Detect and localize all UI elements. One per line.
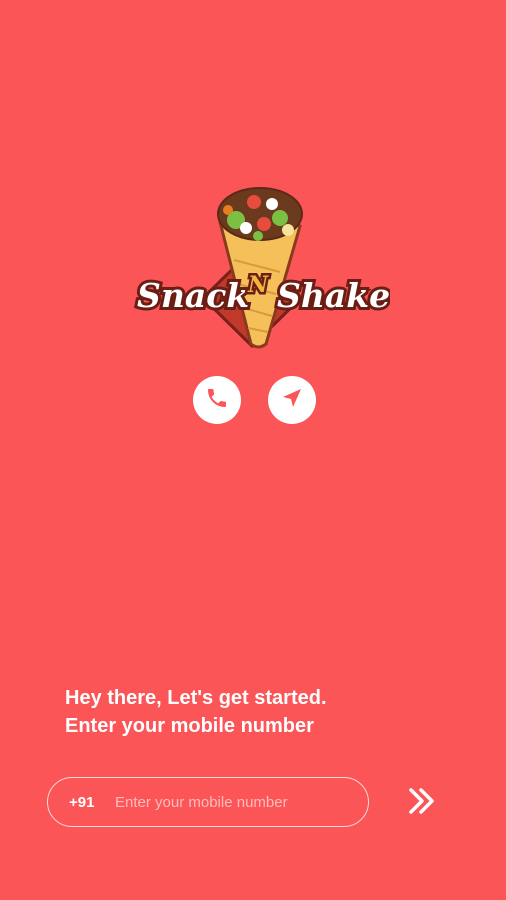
country-code: +91 <box>69 793 95 811</box>
call-button[interactable] <box>193 376 241 424</box>
double-chevron-right-icon <box>406 786 438 821</box>
greeting-line-2: Enter your mobile number <box>65 715 314 737</box>
logo-text-snack: Snack <box>137 276 249 315</box>
phone-icon <box>205 386 229 415</box>
phone-field: +91 <box>47 777 369 827</box>
submit-button[interactable] <box>404 787 440 819</box>
navigate-button[interactable] <box>268 376 316 424</box>
navigation-arrow-icon <box>280 386 304 415</box>
logo-text-shake: Shake <box>277 276 390 315</box>
greeting-line-1: Hey there, Let's get started. <box>65 687 327 709</box>
logo-text-n: N <box>247 272 269 298</box>
snack-n-shake-logo: Snack N Shake <box>130 180 390 355</box>
greeting-text: Hey there, Let's get started. Enter your… <box>65 684 327 740</box>
mobile-number-input[interactable] <box>115 793 345 811</box>
